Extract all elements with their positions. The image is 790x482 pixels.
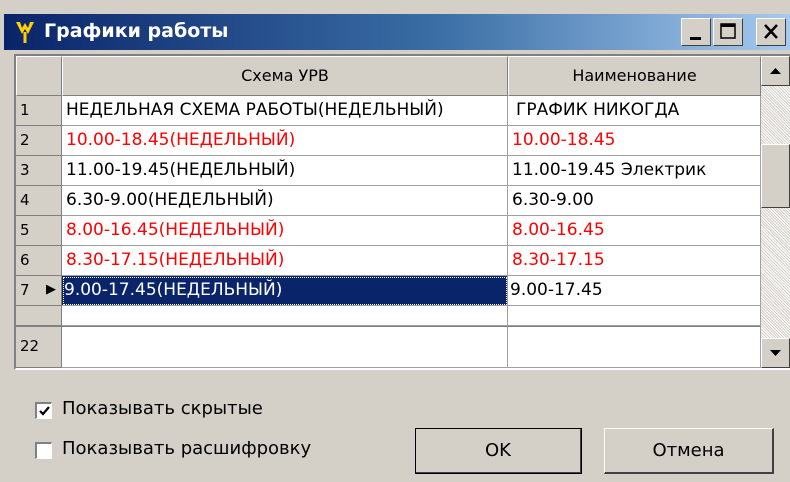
close-button[interactable] [756, 18, 786, 46]
schedules-grid[interactable]: Схема УРВ Наименование 1 НЕДЕЛЬНАЯ СХЕМА… [14, 54, 790, 370]
show-hidden-checkbox[interactable] [35, 402, 52, 419]
arrow-down-icon [770, 350, 781, 356]
minimize-button[interactable] [681, 18, 711, 46]
table-cell-scheme[interactable]: 10.00-18.45(НЕДЕЛЬНЫЙ) [62, 126, 508, 156]
table-cell-name[interactable]: 8.30-17.15 [508, 246, 761, 276]
row-number-label: 7 [20, 281, 30, 299]
current-row-indicator-icon: ▶ [46, 282, 56, 297]
scroll-up-button[interactable] [761, 56, 790, 86]
scroll-down-button[interactable] [761, 338, 790, 368]
maximize-button[interactable] [713, 18, 743, 46]
table-cell-scheme[interactable]: 8.00-16.45(НЕДЕЛЬНЫЙ) [62, 216, 508, 246]
table-cell-scheme[interactable]: 8.30-17.15(НЕДЕЛЬНЫЙ) [62, 246, 508, 276]
app-icon [16, 22, 34, 43]
table-cell-scheme-selected[interactable]: 9.00-17.45(НЕДЕЛЬНЫЙ) [62, 276, 508, 306]
table-cell-name[interactable]: 11.00-19.45 Электрик [508, 156, 761, 186]
row-number[interactable]: 2 [16, 126, 62, 156]
close-icon [764, 24, 778, 39]
grid-corner [16, 56, 62, 96]
row-spacer [16, 306, 62, 326]
title-bar[interactable]: Графики работы [4, 14, 790, 50]
row-number[interactable]: 3 [16, 156, 62, 186]
checkmark-icon [39, 406, 50, 416]
table-cell-scheme[interactable]: 6.30-9.00(НЕДЕЛЬНЫЙ) [62, 186, 508, 216]
table-cell-scheme[interactable]: НЕДЕЛЬНАЯ СХЕМА РАБОТЫ(НЕДЕЛЬНЫЙ) [62, 96, 508, 126]
row-number[interactable]: 1 [16, 96, 62, 126]
footer-row-number: 22 [16, 326, 62, 368]
row-number[interactable]: 5 [16, 216, 62, 246]
column-header-scheme[interactable]: Схема УРВ [62, 56, 508, 96]
show-decoding-label[interactable]: Показывать расшифровку [62, 438, 311, 459]
table-cell-name[interactable]: 6.30-9.00 [508, 186, 761, 216]
schedules-dialog: Графики работы Схема УРВ Наименование 1 … [0, 0, 790, 482]
cancel-button[interactable]: Отмена [604, 428, 774, 474]
table-cell-name[interactable]: ГРАФИК НИКОГДА [508, 96, 761, 126]
table-cell-name[interactable]: 8.00-16.45 [508, 216, 761, 246]
row-spacer [508, 306, 761, 326]
vertical-scrollbar[interactable] [761, 56, 790, 368]
footer-cell-scheme [62, 326, 508, 368]
window-title: Графики работы [44, 20, 229, 42]
row-spacer [62, 306, 508, 326]
row-number[interactable]: 6 [16, 246, 62, 276]
minimize-icon [690, 37, 701, 40]
row-number[interactable]: 4 [16, 186, 62, 216]
table-cell-name[interactable]: 9.00-17.45 [508, 276, 761, 306]
row-number[interactable]: 7 ▶ [16, 276, 62, 306]
table-cell-name[interactable]: 10.00-18.45 [508, 126, 761, 156]
scroll-thumb[interactable] [761, 144, 790, 208]
ok-button[interactable]: OK [415, 428, 582, 474]
column-header-name[interactable]: Наименование [508, 56, 761, 96]
show-hidden-label[interactable]: Показывать скрытые [62, 398, 263, 419]
maximize-icon [720, 23, 736, 39]
arrow-up-icon [770, 68, 781, 74]
table-cell-scheme[interactable]: 11.00-19.45(НЕДЕЛЬНЫЙ) [62, 156, 508, 186]
show-decoding-checkbox[interactable] [35, 442, 52, 459]
footer-cell-name [508, 326, 761, 368]
